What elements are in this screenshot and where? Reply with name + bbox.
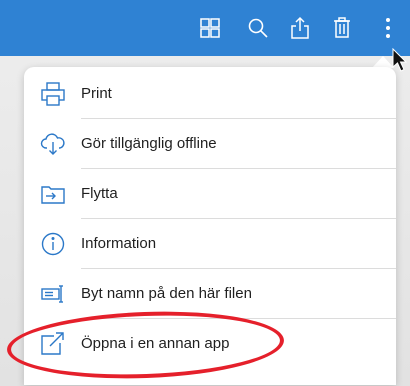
menu-item-offline[interactable]: Gör tillgänglig offline [24,119,396,169]
move-icon [40,181,66,207]
menu-item-label: Information [81,235,157,252]
mouse-pointer-icon [392,47,410,79]
file-actions-menu: Print Gör tillgänglig offline Flytta Inf… [24,67,396,385]
menu-item-label: Öppna i en annan app [81,335,230,352]
search-icon[interactable] [244,14,272,42]
menu-item-label: Print [81,85,112,102]
grid-icon[interactable] [196,14,224,42]
share-icon[interactable] [286,14,314,42]
top-toolbar [0,0,410,56]
menu-item-label: Flytta [81,185,118,202]
menu-item-information[interactable]: Information [24,219,396,269]
rename-icon [40,281,66,307]
open-in-app-icon [40,331,66,357]
menu-item-label: Gör tillgänglig offline [81,135,217,152]
printer-icon [40,81,66,107]
menu-item-print[interactable]: Print [24,69,396,119]
cloud-download-icon [40,131,66,157]
more-vertical-icon[interactable] [374,14,402,42]
menu-item-label: Byt namn på den här filen [81,285,252,302]
menu-item-move[interactable]: Flytta [24,169,396,219]
info-icon [40,231,66,257]
menu-item-rename[interactable]: Byt namn på den här filen [24,269,396,319]
trash-icon[interactable] [328,14,356,42]
menu-item-open-in-another-app[interactable]: Öppna i en annan app [24,319,396,369]
